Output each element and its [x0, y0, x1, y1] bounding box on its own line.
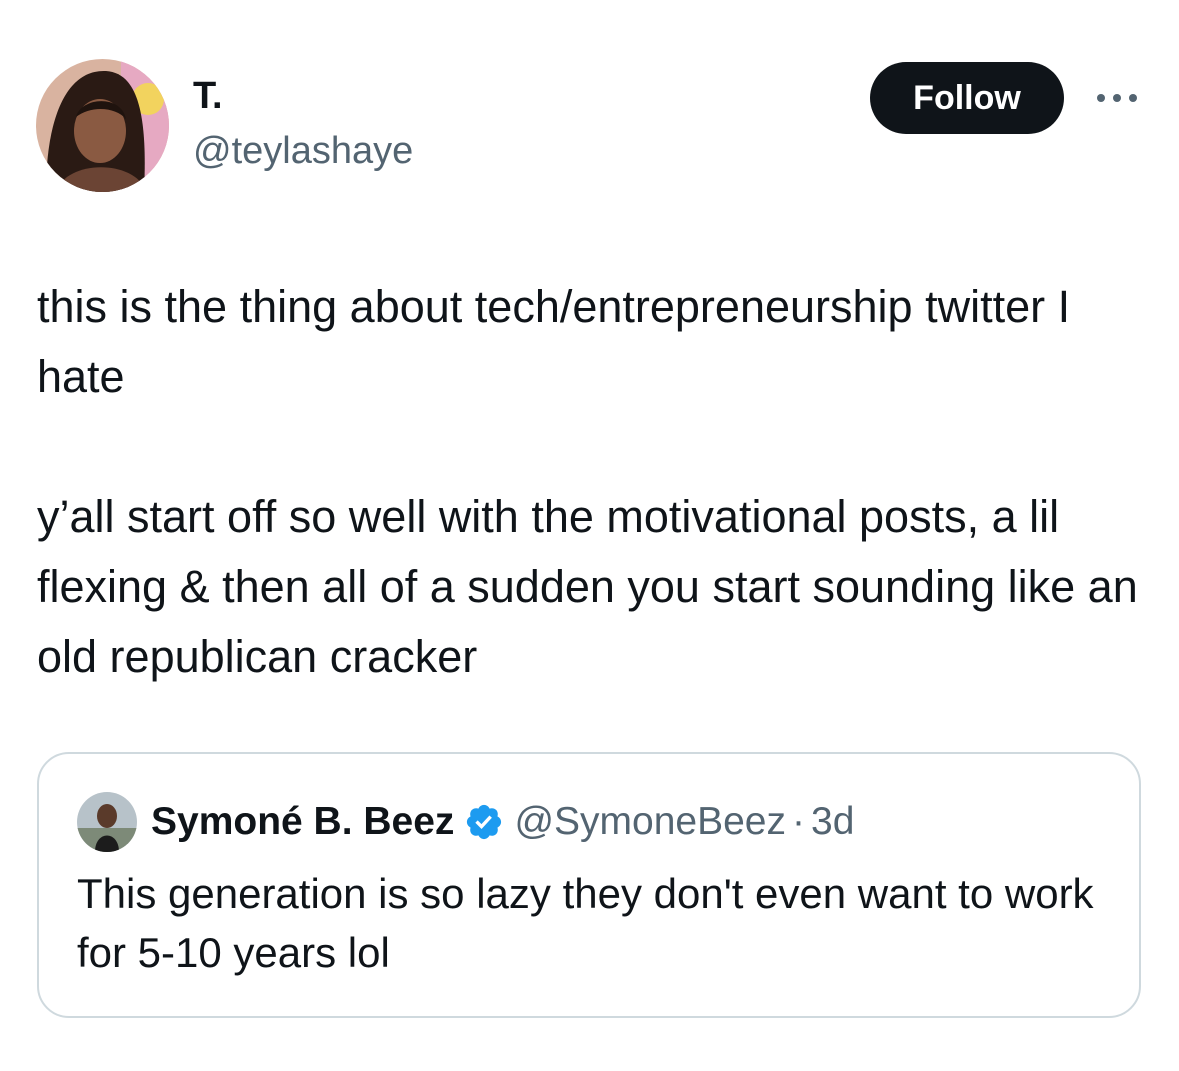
- tweet-paragraph: y’all start off so well with the motivat…: [37, 491, 1138, 682]
- quoted-author-avatar[interactable]: [77, 792, 137, 852]
- tweet-text: this is the thing about tech/entrepreneu…: [37, 272, 1147, 692]
- follow-button[interactable]: Follow: [870, 62, 1064, 134]
- verified-badge-icon: [467, 804, 502, 840]
- tweet-paragraph: this is the thing about tech/entrepreneu…: [37, 281, 1071, 402]
- more-horizontal-icon[interactable]: [1093, 88, 1141, 108]
- quoted-tweet-card[interactable]: Symoné B. Beez @SymoneBeez · 3d This gen…: [37, 752, 1141, 1018]
- quoted-tweet-header: Symoné B. Beez @SymoneBeez · 3d: [151, 798, 854, 846]
- author-avatar[interactable]: [36, 59, 169, 192]
- quoted-author-name[interactable]: Symoné B. Beez: [151, 798, 454, 846]
- quoted-author-handle[interactable]: @SymoneBeez: [514, 798, 786, 846]
- author-display-name[interactable]: T.: [193, 74, 223, 118]
- quoted-tweet-text: This generation is so lazy they don't ev…: [77, 870, 1094, 976]
- quoted-tweet-timestamp[interactable]: 3d: [811, 798, 854, 846]
- separator-dot: ·: [792, 800, 805, 843]
- author-handle[interactable]: @teylashaye: [193, 128, 413, 174]
